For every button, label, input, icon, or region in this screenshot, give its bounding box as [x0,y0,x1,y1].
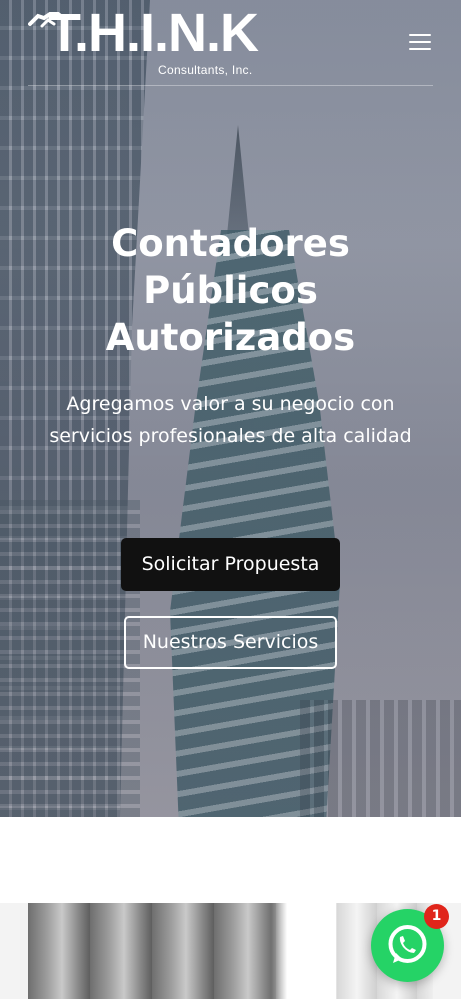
our-services-button[interactable]: Nuestros Servicios [124,616,337,669]
request-proposal-button[interactable]: Solicitar Propuesta [121,538,340,591]
logo-subtitle: Consultants, Inc. [158,63,253,77]
hero-section: T.H.I.N.K Consultants, Inc. Contadores P… [0,0,461,817]
notification-badge: 1 [424,904,449,929]
site-logo[interactable]: T.H.I.N.K Consultants, Inc. [28,3,259,82]
hero-title: Contadores Públicos Autorizados [105,222,356,359]
site-header: T.H.I.N.K Consultants, Inc. [28,3,433,86]
hamburger-menu-icon[interactable] [409,32,433,52]
whatsapp-icon [388,925,427,963]
hero-subtitle: Agregamos valor a su negocio con servici… [49,393,412,447]
logo-text: T.H.I.N.K [48,3,259,63]
